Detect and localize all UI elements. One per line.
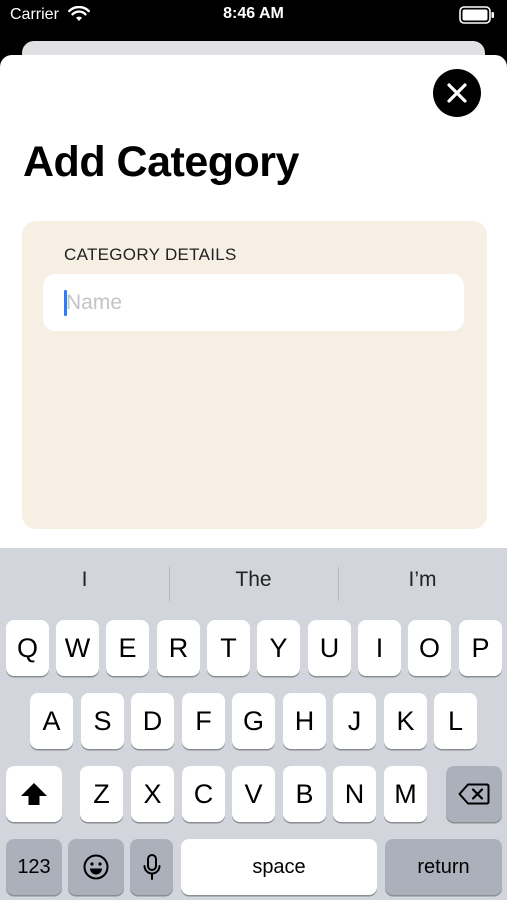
category-details-card — [22, 221, 487, 529]
suggestion-1[interactable]: I — [0, 568, 169, 592]
close-button[interactable] — [433, 69, 481, 117]
name-field[interactable] — [43, 274, 464, 331]
key-h[interactable]: H — [283, 693, 326, 749]
suggestion-3[interactable]: I’m — [338, 568, 507, 592]
key-f[interactable]: F — [182, 693, 225, 749]
key-o[interactable]: O — [408, 620, 451, 676]
emoji-key[interactable] — [68, 839, 124, 895]
key-q[interactable]: Q — [6, 620, 49, 676]
section-header: CATEGORY DETAILS — [64, 245, 237, 264]
key-a[interactable]: A — [30, 693, 73, 749]
microphone-icon — [143, 854, 160, 880]
key-d[interactable]: D — [131, 693, 174, 749]
key-n[interactable]: N — [333, 766, 376, 822]
key-m[interactable]: M — [384, 766, 427, 822]
suggestion-2[interactable]: The — [169, 568, 338, 592]
key-b[interactable]: B — [283, 766, 326, 822]
return-key[interactable]: return — [385, 839, 502, 895]
key-s[interactable]: S — [81, 693, 124, 749]
key-c[interactable]: C — [182, 766, 225, 822]
status-bar: Carrier 8:46 AM — [0, 0, 507, 34]
key-x[interactable]: X — [131, 766, 174, 822]
delete-key[interactable] — [446, 766, 502, 822]
key-k[interactable]: K — [384, 693, 427, 749]
page-title: Add Category — [23, 138, 299, 186]
key-e[interactable]: E — [106, 620, 149, 676]
key-t[interactable]: T — [207, 620, 250, 676]
key-z[interactable]: Z — [80, 766, 123, 822]
key-r[interactable]: R — [157, 620, 200, 676]
key-u[interactable]: U — [308, 620, 351, 676]
key-j[interactable]: J — [333, 693, 376, 749]
dictation-key[interactable] — [130, 839, 173, 895]
shift-key[interactable] — [6, 766, 62, 822]
keyboard: I The I’m Q W E R T Y U I O P A S D F G … — [0, 548, 507, 900]
text-caret — [64, 290, 67, 316]
space-key[interactable]: space — [181, 839, 377, 895]
emoji-icon — [83, 854, 109, 880]
key-w[interactable]: W — [56, 620, 99, 676]
key-l[interactable]: L — [434, 693, 477, 749]
battery-icon — [459, 6, 494, 24]
status-time: 8:46 AM — [223, 5, 284, 22]
shift-icon — [21, 783, 47, 805]
key-g[interactable]: G — [232, 693, 275, 749]
numbers-key[interactable]: 123 — [6, 839, 62, 895]
delete-icon — [458, 783, 490, 805]
key-i[interactable]: I — [358, 620, 401, 676]
key-y[interactable]: Y — [257, 620, 300, 676]
key-p[interactable]: P — [459, 620, 502, 676]
key-v[interactable]: V — [232, 766, 275, 822]
close-icon — [447, 83, 467, 103]
